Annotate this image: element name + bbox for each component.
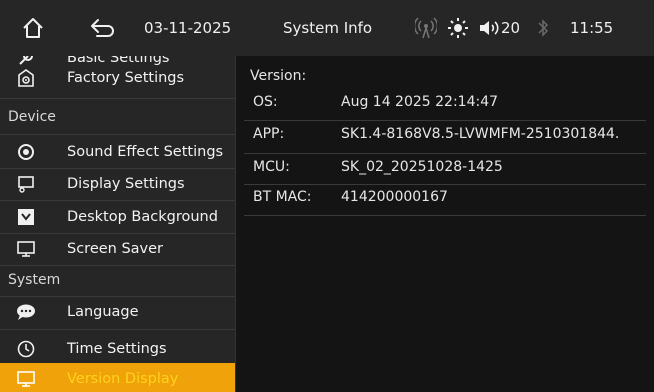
divider (244, 215, 646, 216)
bluetooth-icon (535, 0, 551, 56)
section-label: System (8, 272, 61, 288)
clock-icon (16, 340, 36, 358)
volume-level: 20 (501, 19, 521, 37)
section-header-device: Device (0, 102, 236, 132)
sidebar-item-label: Display Settings (67, 176, 185, 192)
radio-signal-icon (414, 0, 438, 56)
sidebar-item-desktop-background[interactable]: Desktop Background (0, 201, 236, 233)
status-bar: 03-11-2025 System Info 20 11:55 (0, 0, 654, 56)
sidebar-item-sound-effect-settings[interactable]: Sound Effect Settings (0, 136, 236, 168)
sidebar-item-label: Language (67, 304, 139, 320)
info-key-app: APP: (253, 126, 285, 142)
info-value-bt-mac: 414200000167 (341, 189, 448, 205)
divider (0, 98, 236, 99)
divider (0, 329, 236, 330)
info-key-mcu: MCU: (253, 159, 290, 175)
sidebar-item-label: Factory Settings (67, 70, 185, 86)
speaker-icon[interactable] (478, 0, 500, 56)
sidebar-item-language[interactable]: Language (0, 296, 236, 328)
divider (244, 184, 646, 185)
sidebar-item-label: Desktop Background (67, 209, 218, 225)
status-time: 11:55 (570, 19, 614, 37)
sidebar-item-version-display[interactable]: Version Display (0, 363, 236, 392)
status-date: 03-11-2025 (144, 19, 232, 37)
info-value-mcu: SK_02_20251028-1425 (341, 159, 503, 175)
sidebar-item-time-settings[interactable]: Time Settings (0, 333, 236, 365)
sidebar-item-screen-saver[interactable]: Screen Saver (0, 233, 236, 265)
page-title: System Info (283, 19, 373, 37)
language-bubble-icon (16, 303, 36, 321)
sidebar-item-label: Time Settings (67, 341, 167, 357)
screen-saver-icon (16, 240, 36, 258)
info-value-os: Aug 14 2025 22:14:47 (341, 94, 499, 110)
sidebar-item-label: Version Display (67, 371, 179, 387)
sidebar: Basic Settings Factory Settings Device S… (0, 56, 236, 392)
sun-icon[interactable] (446, 0, 470, 56)
info-value-app: SK1.4-8168V8.5-LVWMFM-2510301844. (341, 126, 620, 142)
section-label: Device (8, 109, 56, 125)
sidebar-item-label: Screen Saver (67, 241, 164, 257)
divider (244, 153, 646, 154)
info-key-bt-mac: BT MAC: (253, 189, 312, 205)
info-key-os: OS: (253, 94, 278, 110)
monitor-icon (16, 370, 36, 388)
version-heading: Version: (250, 68, 307, 84)
sidebar-item-display-settings[interactable]: Display Settings (0, 168, 236, 200)
sound-effect-icon (16, 143, 36, 161)
desktop-background-icon (16, 208, 36, 226)
display-settings-icon (16, 175, 36, 193)
factory-icon (16, 69, 36, 87)
section-header-system: System (0, 265, 236, 295)
sidebar-item-factory-settings[interactable]: Factory Settings (0, 62, 236, 94)
sidebar-item-label: Sound Effect Settings (67, 144, 224, 160)
divider (0, 134, 236, 135)
back-arrow-icon[interactable] (89, 0, 117, 56)
home-icon[interactable] (20, 0, 46, 56)
divider (244, 120, 646, 121)
